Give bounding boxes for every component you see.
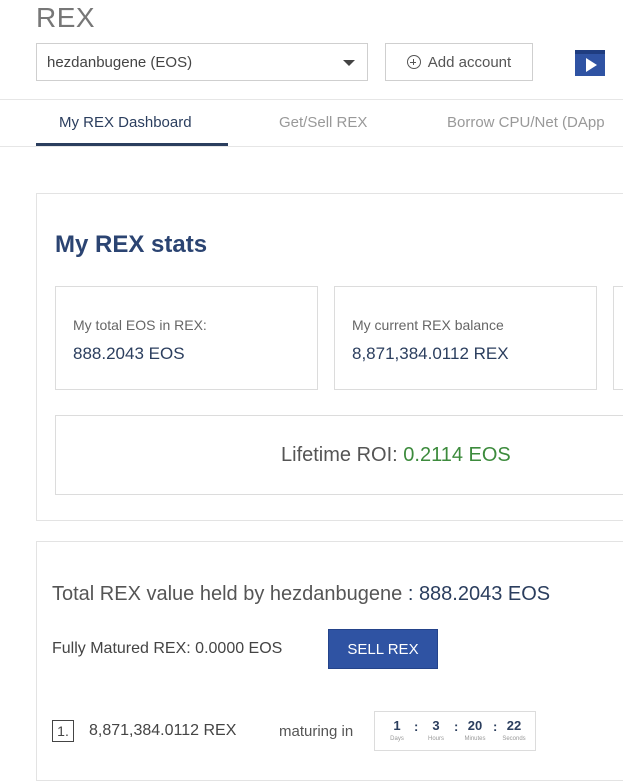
total-rex-amount: 888.2043 EOS xyxy=(418,583,551,605)
total-rex-label: Total REX value held by hezdanbugene xyxy=(52,583,403,605)
stat-card-total-eos: My total EOS in REX: 888.2043 EOS xyxy=(55,286,318,390)
lifetime-roi-value: 0.2114 EOS xyxy=(403,444,511,466)
total-rex-separator: : xyxy=(402,583,419,605)
maturity-row-amount: 8,871,384.0112 REX xyxy=(89,722,237,739)
countdown-hours-label: Hours xyxy=(427,736,444,742)
lifetime-roi: Lifetime ROI: 0.2114 EOS xyxy=(281,444,511,467)
tab-get-sell-rex[interactable]: Get/Sell REX xyxy=(279,114,367,131)
stat-card-label: My total EOS in REX: xyxy=(73,317,207,333)
countdown-hours-value: 3 xyxy=(432,718,440,733)
stat-card-partial xyxy=(613,286,623,390)
add-account-button[interactable]: Add account xyxy=(385,43,533,81)
plus-circle-icon xyxy=(406,55,421,69)
account-select[interactable]: hezdanbugene (EOS) xyxy=(36,43,368,81)
stat-card-value: 8,871,384.0112 REX xyxy=(352,344,509,363)
countdown-days-value: 1 xyxy=(393,718,401,733)
sell-rex-button[interactable]: SELL REX xyxy=(328,629,438,669)
active-tab-indicator xyxy=(36,143,228,146)
fully-matured-value: 0.0000 EOS xyxy=(195,640,283,657)
stat-card-rex-balance: My current REX balance 8,871,384.0112 RE… xyxy=(334,286,597,390)
countdown-seconds-label: Seconds xyxy=(502,736,526,742)
stat-card-label: My current REX balance xyxy=(352,317,504,333)
rex-stats-title: My REX stats xyxy=(55,231,208,258)
tab-my-rex-dashboard[interactable]: My REX Dashboard xyxy=(59,114,192,131)
countdown-hours: 3 Hours xyxy=(418,718,454,742)
countdown-minutes-value: 20 xyxy=(467,718,483,733)
maturity-row-label: maturing in xyxy=(279,723,354,740)
countdown-seconds-value: 22 xyxy=(506,718,522,733)
total-rex-value: Total REX value held by hezdanbugene : 8… xyxy=(52,583,550,606)
add-account-label: Add account xyxy=(427,53,512,71)
countdown-minutes-label: Minutes xyxy=(464,736,486,742)
fully-matured-rex: Fully Matured REX: 0.0000 EOS xyxy=(52,640,282,658)
tab-borrow-cpu-net[interactable]: Borrow CPU/Net (DApp xyxy=(447,114,605,131)
maturity-countdown: 1 Days : 3 Hours : 20 Minutes : 22 Secon… xyxy=(374,711,536,751)
account-select-value: hezdanbugene (EOS) xyxy=(47,53,193,71)
chevron-down-icon xyxy=(343,60,355,66)
countdown-minutes: 20 Minutes xyxy=(457,718,493,742)
countdown-days-label: Days xyxy=(390,736,404,742)
lifetime-roi-label: Lifetime ROI: xyxy=(281,444,398,466)
maturity-row-index: 1. xyxy=(52,720,74,742)
fully-matured-label: Fully Matured REX: xyxy=(52,640,191,657)
app-title: REX xyxy=(36,2,96,33)
stat-card-value: 888.2043 EOS xyxy=(73,344,185,363)
countdown-days: 1 Days xyxy=(379,718,415,742)
video-tutorial-icon[interactable] xyxy=(575,50,605,76)
countdown-seconds: 22 Seconds xyxy=(496,718,532,742)
tab-bar: My REX Dashboard Get/Sell REX Borrow CPU… xyxy=(0,99,623,147)
